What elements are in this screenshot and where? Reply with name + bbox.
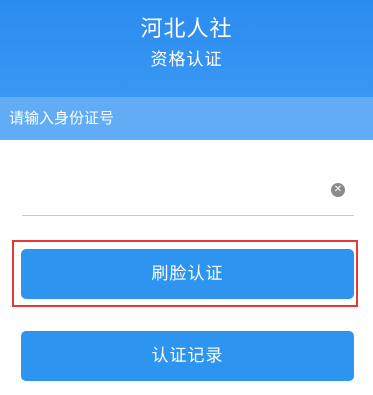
app-header: 河北人社 资格认证 <box>0 0 373 97</box>
id-number-field: ✕ <box>22 160 354 216</box>
auth-records-button[interactable]: 认证记录 <box>21 331 354 381</box>
clear-icon[interactable]: ✕ <box>331 183 345 197</box>
id-number-label: 请输入身份证号 <box>0 97 373 140</box>
app-subtitle: 资格认证 <box>150 50 223 70</box>
id-number-input[interactable] <box>22 174 326 206</box>
app-title: 河北人社 <box>140 17 233 42</box>
face-auth-button[interactable]: 刷脸认证 <box>21 249 354 299</box>
